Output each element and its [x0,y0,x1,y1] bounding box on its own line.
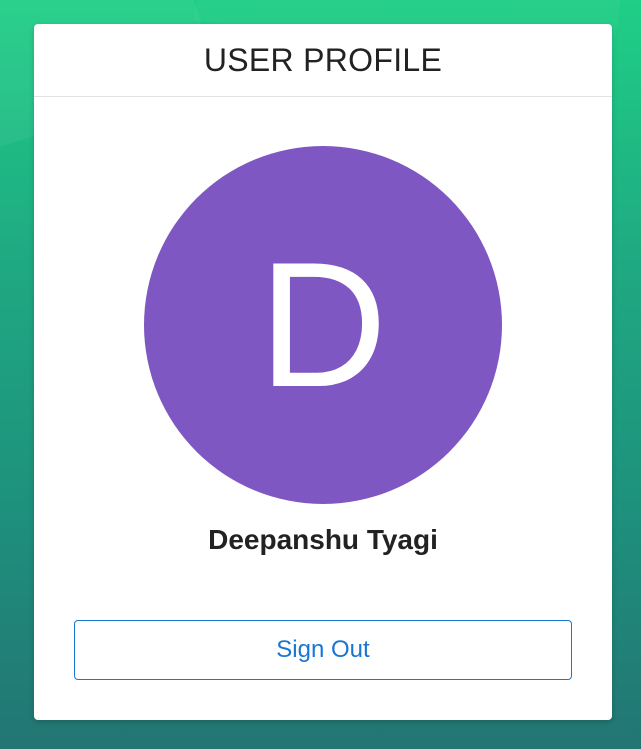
avatar: D [144,146,502,504]
user-name: Deepanshu Tyagi [208,524,438,555]
sign-out-button[interactable]: Sign Out [74,620,572,680]
card-header: USER PROFILE [34,24,612,97]
avatar-initial: D [258,225,388,424]
user-profile-card: USER PROFILE D Deepanshu Tyagi Sign Out [34,24,612,720]
page-title: USER PROFILE [203,41,443,78]
